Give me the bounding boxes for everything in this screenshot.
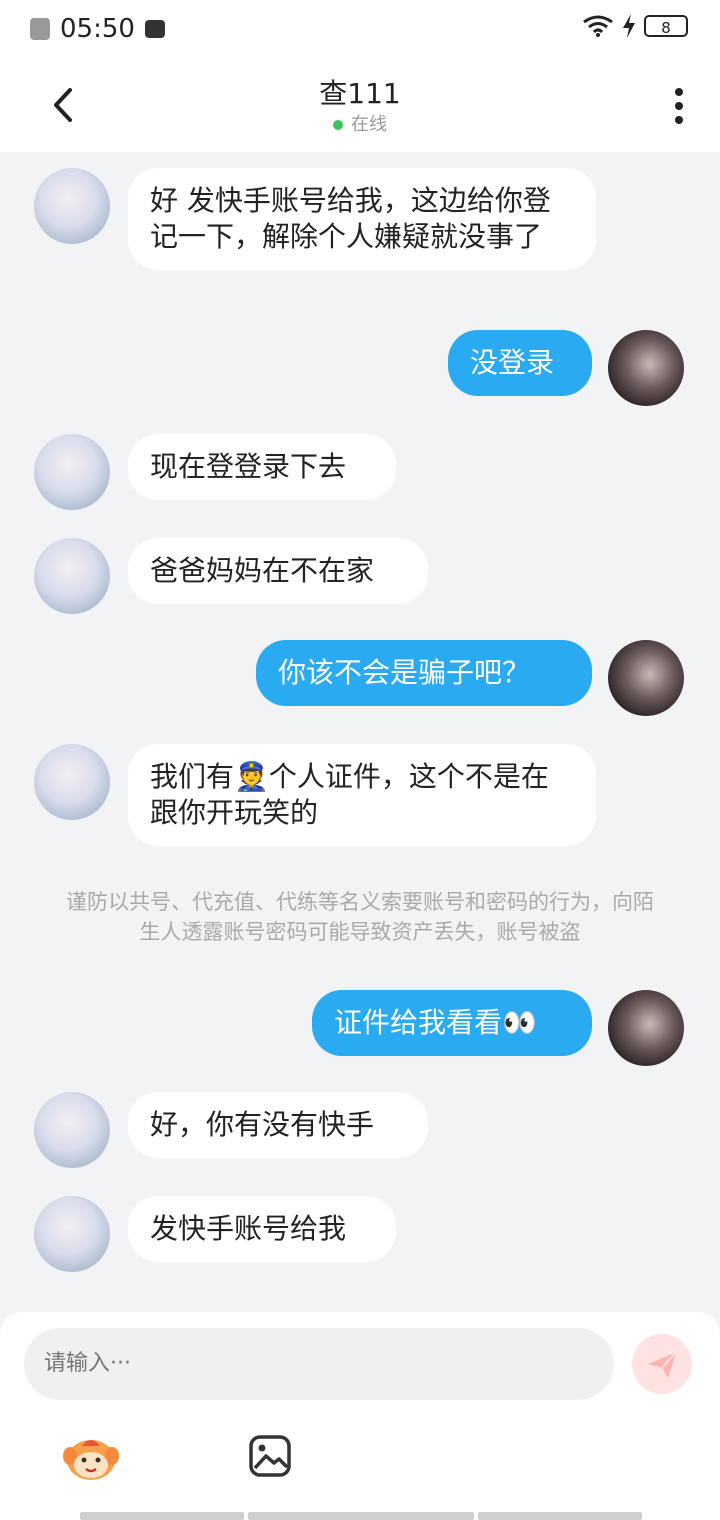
wifi-icon: [583, 15, 613, 37]
message-list[interactable]: 好 发快手账号给我，这边给你登记一下，解除个人嫌疑就没事了 没登录 现在登登录下…: [0, 152, 720, 1312]
notification-icon: [30, 18, 50, 40]
bottom-tab-indicator: [248, 1512, 474, 1520]
online-dot-icon: [333, 120, 343, 130]
image-picker-icon[interactable]: [248, 1434, 292, 1478]
incoming-message[interactable]: 发快手账号给我: [128, 1196, 396, 1262]
message-input[interactable]: [24, 1328, 614, 1400]
online-status: 在线: [0, 110, 720, 136]
incoming-message[interactable]: 我们有👮个人证件，这个不是在跟你开玩笑的: [128, 744, 596, 846]
my-avatar[interactable]: [608, 640, 684, 716]
status-time: 05:50: [60, 14, 135, 44]
online-status-label: 在线: [351, 114, 387, 135]
incoming-message[interactable]: 好 发快手账号给我，这边给你登记一下，解除个人嫌疑就没事了: [128, 168, 596, 270]
emoji-sticker-icon[interactable]: [62, 1432, 120, 1484]
more-options-icon[interactable]: [674, 86, 684, 126]
app-notification-icon: [144, 20, 165, 38]
charging-icon: [623, 14, 635, 38]
contact-avatar[interactable]: [34, 744, 110, 820]
bottom-tab-indicator: [80, 1512, 244, 1520]
contact-avatar[interactable]: [34, 1092, 110, 1168]
incoming-message[interactable]: 现在登登录下去: [128, 434, 396, 500]
contact-avatar[interactable]: [34, 1196, 110, 1272]
message-composer: [0, 1312, 720, 1520]
outgoing-message[interactable]: 证件给我看看👀: [312, 990, 592, 1056]
security-notice: 谨防以共号、代充值、代练等名义索要账号和密码的行为，向陌生人透露账号密码可能导致…: [66, 890, 654, 944]
chat-header: 查111 在线: [0, 60, 720, 152]
bottom-tab-indicator: [478, 1512, 642, 1520]
contact-avatar[interactable]: [34, 434, 110, 510]
status-bar: 05:50 8: [0, 0, 720, 60]
outgoing-message[interactable]: 没登录: [448, 330, 592, 396]
battery-indicator: 8: [644, 15, 688, 37]
contact-avatar[interactable]: [34, 538, 110, 614]
my-avatar[interactable]: [608, 330, 684, 406]
incoming-message[interactable]: 爸爸妈妈在不在家: [128, 538, 428, 604]
send-button[interactable]: [632, 1334, 692, 1394]
contact-avatar[interactable]: [34, 168, 110, 244]
my-avatar[interactable]: [608, 990, 684, 1066]
chat-title: 查111: [319, 77, 401, 110]
send-icon: [648, 1351, 677, 1378]
outgoing-message[interactable]: 你该不会是骗子吧？: [256, 640, 592, 706]
incoming-message[interactable]: 好，你有没有快手: [128, 1092, 428, 1158]
